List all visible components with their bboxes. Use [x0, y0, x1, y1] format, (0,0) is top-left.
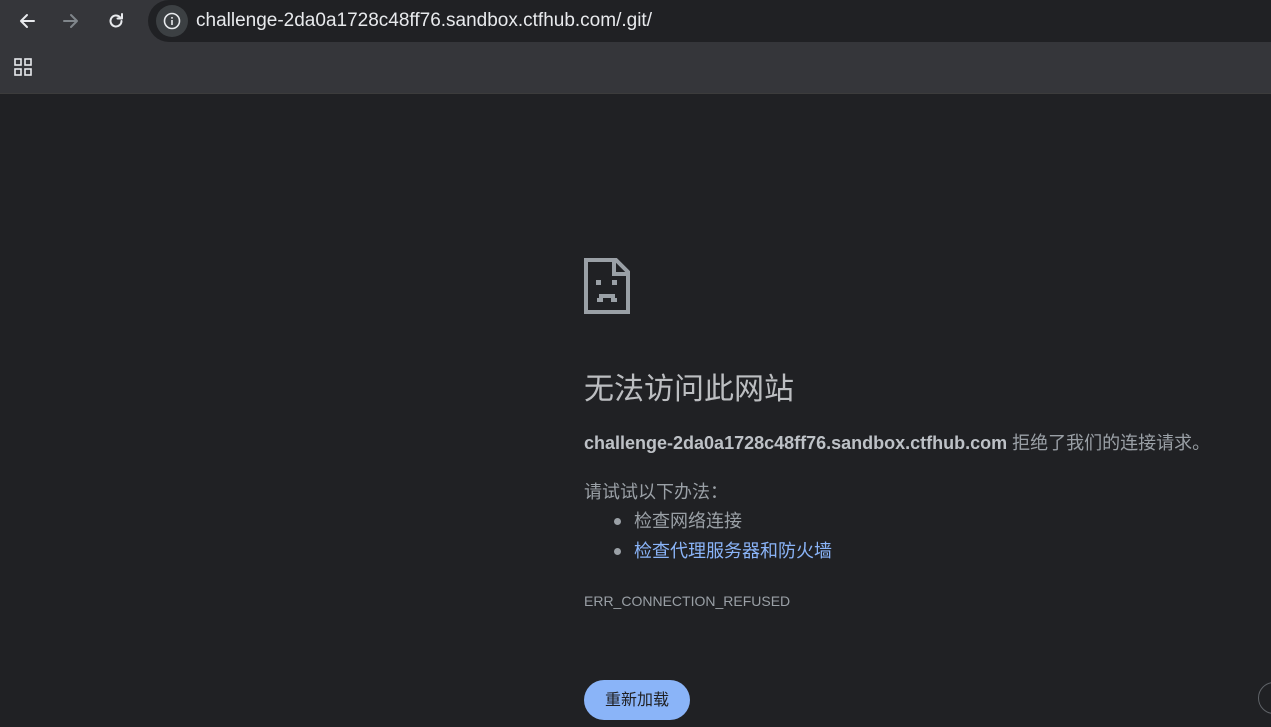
sad-document-icon: [584, 258, 630, 314]
back-button[interactable]: [11, 5, 43, 37]
error-host: challenge-2da0a1728c48ff76.sandbox.ctfhu…: [584, 433, 1008, 453]
arrow-right-icon: [63, 14, 78, 28]
error-title: 无法访问此网站: [584, 373, 794, 406]
error-summary-suffix: 拒绝了我们的连接请求。: [1007, 433, 1211, 453]
suggestions-heading: 请试试以下办法：: [584, 482, 728, 502]
bookmarks-bar: [0, 42, 1271, 94]
address-bar[interactable]: challenge-2da0a1728c48ff76.sandbox.ctfhu…: [148, 0, 1271, 42]
reload-page-button[interactable]: 重新加载: [584, 680, 690, 720]
error-page: 无法访问此网站 challenge-2da0a1728c48ff76.sandb…: [0, 94, 1271, 727]
suggestions-list: 检查网络连接 检查代理服务器和防火墙: [584, 509, 832, 569]
info-icon: [163, 12, 181, 30]
error-code: ERR_CONNECTION_REFUSED: [584, 593, 791, 609]
error-summary: challenge-2da0a1728c48ff76.sandbox.ctfhu…: [584, 431, 1210, 455]
apps-grid-icon: [14, 58, 32, 76]
reload-button[interactable]: [100, 5, 132, 37]
reload-icon: [109, 13, 123, 28]
forward-button[interactable]: [55, 5, 87, 37]
apps-button[interactable]: [8, 52, 38, 82]
browser-toolbar: challenge-2da0a1728c48ff76.sandbox.ctfhu…: [0, 0, 1271, 42]
suggestion-check-proxy-link[interactable]: 检查代理服务器和防火墙: [584, 539, 832, 569]
url-text[interactable]: challenge-2da0a1728c48ff76.sandbox.ctfhu…: [196, 10, 652, 32]
site-info-button[interactable]: [156, 5, 188, 37]
suggestion-check-connection: 检查网络连接: [584, 509, 832, 539]
arrow-left-icon: [20, 14, 35, 28]
